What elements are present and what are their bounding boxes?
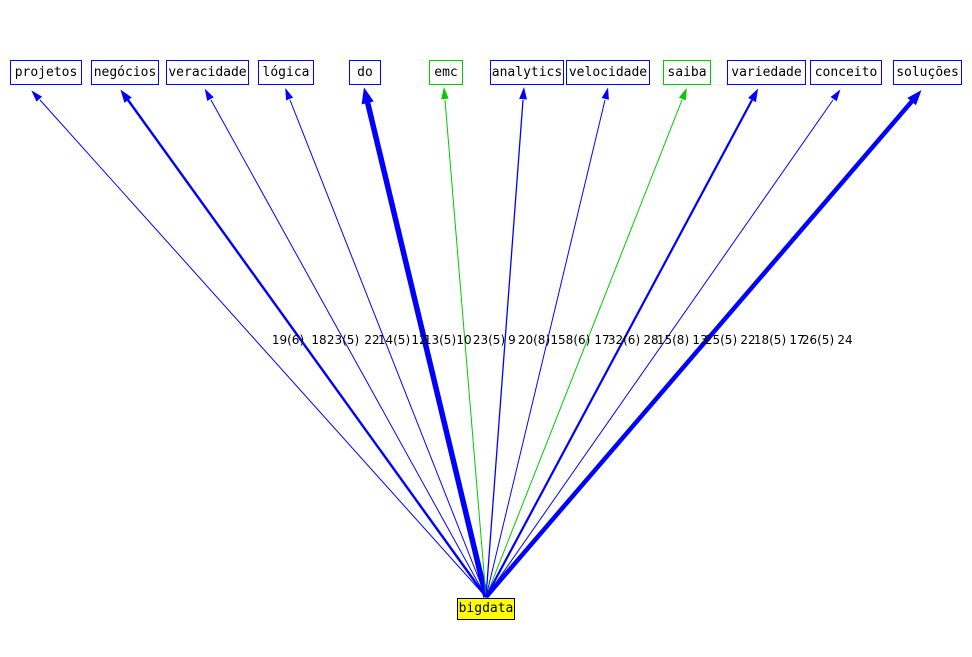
graph-node[interactable]: saiba [663, 60, 711, 85]
edge-weight-label: 32(6) [607, 333, 641, 347]
graph-edge [127, 99, 487, 598]
graph-edge [364, 99, 489, 598]
graph-edge [485, 99, 834, 598]
edge-weight-label: 9 [508, 333, 516, 347]
edge-arrowhead [519, 87, 527, 100]
edge-weight-label: 10 [456, 333, 472, 347]
graph-node[interactable]: emc [429, 60, 463, 85]
graph-edge [289, 99, 487, 598]
edge-weight-label: 24 [837, 333, 853, 347]
edge-arrowhead [441, 87, 449, 100]
graph-node[interactable]: soluções [893, 60, 962, 85]
graph-edge [485, 99, 753, 598]
root-node-bigdata[interactable]: bigdata [457, 598, 515, 620]
edge-arrowhead [830, 89, 841, 102]
edge-weight-label: 19(6) [271, 333, 305, 347]
edge-weight-label: 14(5) [377, 333, 411, 347]
graph-node[interactable]: negócios [91, 60, 159, 85]
edge-weight-label: 23(5) [326, 333, 360, 347]
graph-node[interactable]: conceito [810, 60, 882, 85]
edge-weight-label: 20(8) [517, 333, 551, 347]
graph-edge [39, 99, 487, 598]
graph-edge [485, 99, 524, 598]
edge-weight-label: 25(5) [704, 333, 738, 347]
graph-edge [485, 99, 683, 598]
graph-node[interactable]: variedade [727, 60, 806, 85]
graph-edge [210, 99, 487, 598]
edge-weight-label: 26(5) [801, 333, 835, 347]
edge-weight-label: 15(8) [656, 333, 690, 347]
edge-weight-label: 18 [311, 333, 327, 347]
edge-arrowhead [678, 87, 687, 101]
graph-edge [484, 98, 915, 599]
edge-arrowhead [361, 87, 374, 105]
edge-arrowhead [285, 87, 294, 101]
graph-node[interactable]: projetos [10, 60, 82, 85]
edge-weight-label: 15 [550, 333, 566, 347]
edge-arrowhead [204, 88, 214, 101]
graph-canvas [31, 87, 922, 599]
edge-weight-label: 23(5) [472, 333, 506, 347]
edge-arrowhead [748, 88, 759, 103]
graph-node[interactable]: veracidade [166, 60, 249, 85]
edge-arrowhead [120, 89, 132, 103]
graph-node[interactable]: lógica [258, 60, 314, 85]
edge-weight-label: 13(5) [423, 333, 457, 347]
graph-node[interactable]: analytics [490, 60, 564, 85]
graph-node[interactable]: velocidade [566, 60, 650, 85]
graph-node[interactable]: do [349, 60, 381, 85]
edge-arrowhead [601, 87, 609, 100]
edge-weight-label: 18(5) [753, 333, 787, 347]
edge-weight-label: 8(6) [565, 333, 591, 347]
